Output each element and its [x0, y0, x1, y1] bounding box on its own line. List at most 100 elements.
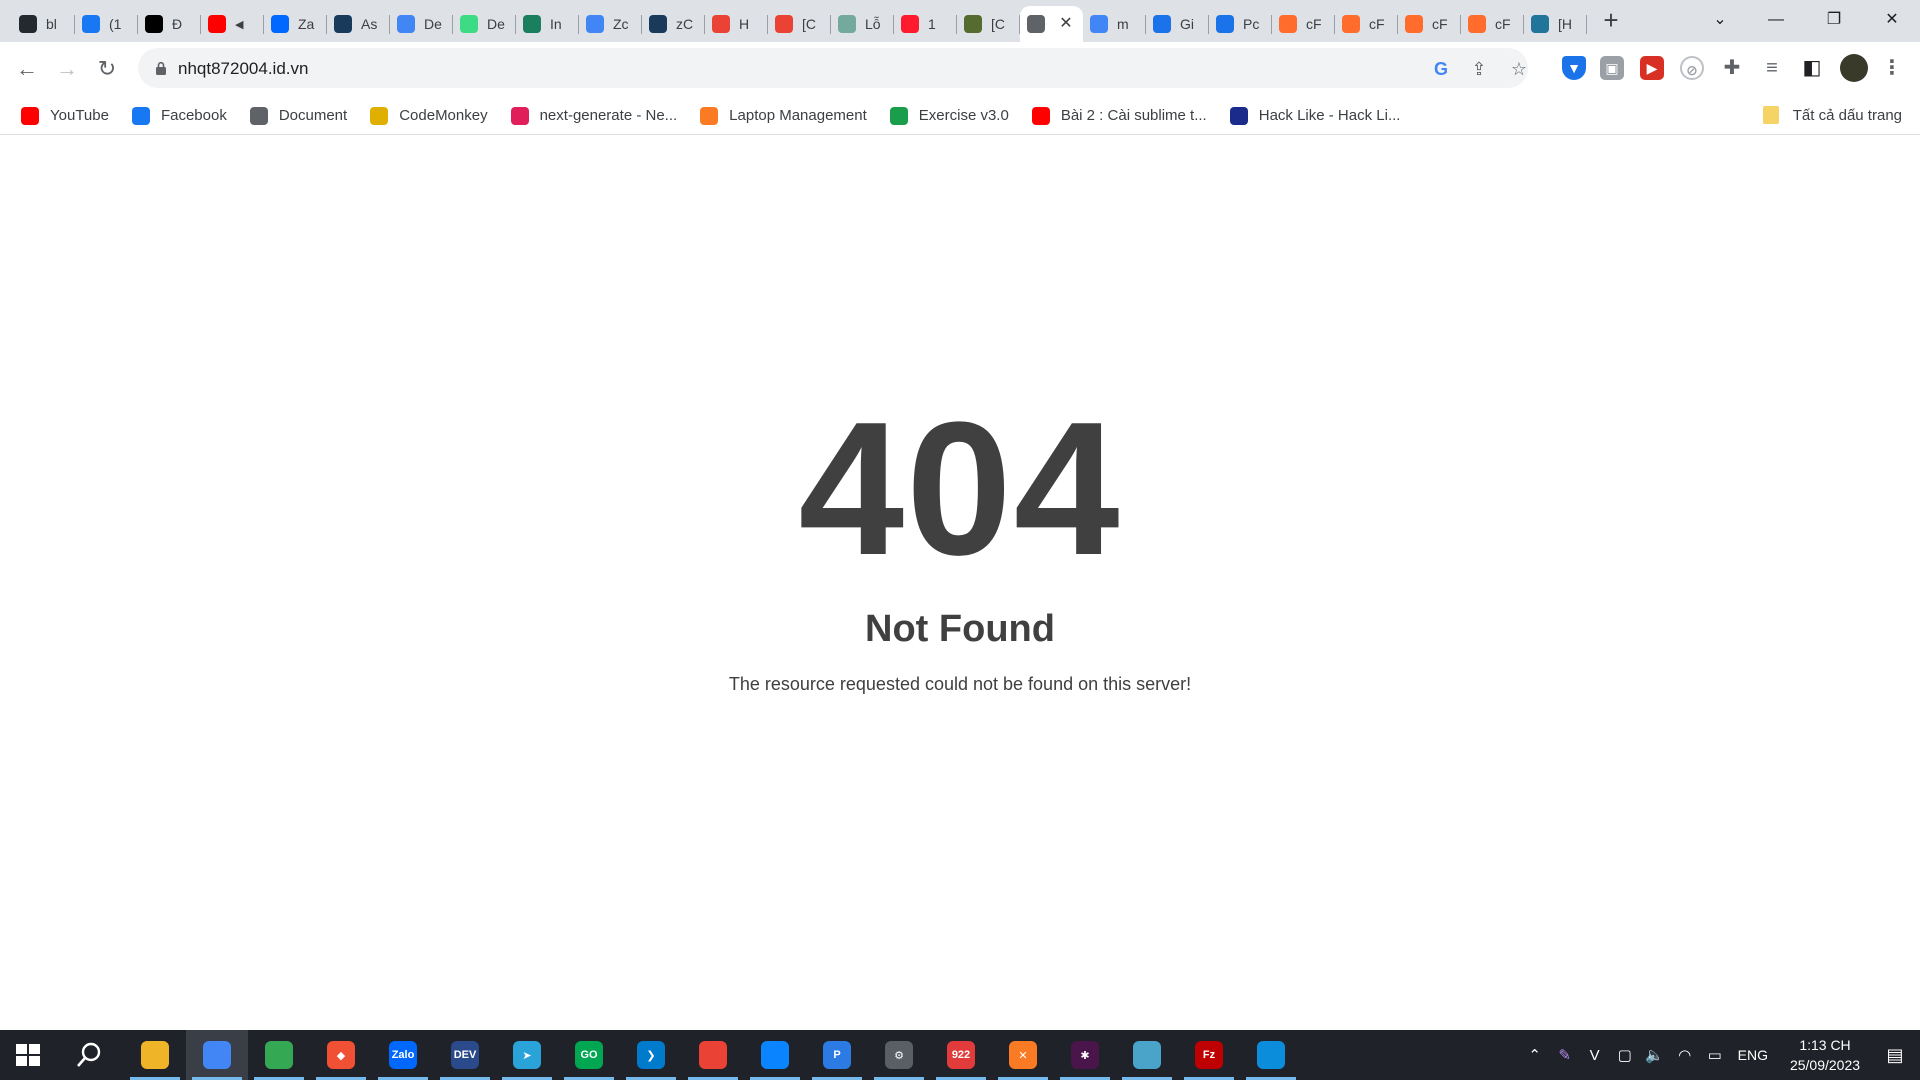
- taskbar-app[interactable]: [1240, 1030, 1302, 1080]
- bookmark-item[interactable]: Exercise v3.0: [886, 102, 1013, 130]
- clock[interactable]: 1:13 CH 25/09/2023: [1780, 1035, 1870, 1075]
- side-panel-icon[interactable]: ◧: [1800, 56, 1824, 80]
- new-tab-button[interactable]: +: [1598, 7, 1624, 34]
- language-indicator[interactable]: ENG: [1738, 1047, 1768, 1063]
- taskbar-app[interactable]: ⚙: [868, 1030, 930, 1080]
- browser-tab[interactable]: [C: [768, 6, 831, 42]
- browser-tab[interactable]: cF: [1461, 6, 1524, 42]
- close-window-button[interactable]: ✕: [1864, 0, 1920, 40]
- browser-tab[interactable]: [H: [1524, 6, 1587, 42]
- windows-start-icon[interactable]: [14, 1041, 42, 1069]
- v-icon[interactable]: V: [1580, 1047, 1610, 1064]
- bookmark-item[interactable]: Hack Like - Hack Li...: [1226, 102, 1405, 130]
- browser-tab[interactable]: Lỗ: [831, 6, 894, 42]
- url-text[interactable]: nhqt872004.id.vn: [178, 59, 308, 79]
- browser-tab[interactable]: Pc: [1209, 6, 1272, 42]
- avatar[interactable]: [1840, 54, 1868, 82]
- browser-tab[interactable]: (1: [75, 6, 138, 42]
- taskbar-app[interactable]: Zalo: [372, 1030, 434, 1080]
- taskbar-app[interactable]: Fz: [1178, 1030, 1240, 1080]
- browser-tab[interactable]: cF: [1335, 6, 1398, 42]
- browser-tab[interactable]: ◀: [201, 6, 264, 42]
- bookmark-item[interactable]: CodeMonkey: [366, 102, 491, 130]
- browser-tab[interactable]: 1: [894, 6, 957, 42]
- bookmark-star-icon[interactable]: ☆: [1508, 58, 1530, 80]
- bookmark-item[interactable]: Bài 2 : Cài sublime t...: [1028, 102, 1211, 130]
- close-tab-icon[interactable]: ✕: [1057, 15, 1075, 33]
- browser-tab[interactable]: m: [1083, 6, 1146, 42]
- volume-icon[interactable]: 🔈: [1640, 1046, 1670, 1064]
- taskbar-app[interactable]: [186, 1030, 248, 1080]
- taskbar-app[interactable]: ✱: [1054, 1030, 1116, 1080]
- browser-tab[interactable]: Đ: [138, 6, 201, 42]
- reload-button[interactable]: ↻: [88, 50, 126, 88]
- browser-tab[interactable]: De: [453, 6, 516, 42]
- shield-extension-icon[interactable]: ▼: [1562, 56, 1586, 80]
- restore-button[interactable]: ❐: [1806, 0, 1862, 40]
- browser-tab[interactable]: Za: [264, 6, 327, 42]
- taskbar-app[interactable]: P: [806, 1030, 868, 1080]
- browser-toolbar: ← → ↻ nhqt872004.id.vn G ⇪ ☆ ▼ ▣ ▶ ⊘ ✚ ≡…: [0, 42, 1920, 96]
- browser-tab[interactable]: H: [705, 6, 768, 42]
- browser-tab[interactable]: cF: [1398, 6, 1461, 42]
- video-extension-icon[interactable]: ▶: [1640, 56, 1664, 80]
- browser-tab[interactable]: zC: [642, 6, 705, 42]
- extensions-puzzle-icon[interactable]: ✚: [1720, 56, 1744, 80]
- wifi-icon[interactable]: ◠: [1670, 1046, 1700, 1064]
- android-icon: [460, 15, 478, 33]
- tab-search-chevron-icon[interactable]: ⌄: [1692, 0, 1748, 40]
- address-bar[interactable]: nhqt872004.id.vn G ⇪ ☆: [138, 48, 1528, 88]
- taskbar-app[interactable]: GO: [558, 1030, 620, 1080]
- taskbar-app[interactable]: [682, 1030, 744, 1080]
- media-control-icon[interactable]: ≡: [1760, 56, 1784, 80]
- taskbar-app[interactable]: ◆: [310, 1030, 372, 1080]
- cpanel-icon: [1342, 15, 1360, 33]
- taskbar-app[interactable]: ❯: [620, 1030, 682, 1080]
- notification-icon[interactable]: ▤: [1870, 1045, 1920, 1066]
- tab-title: cF: [1306, 16, 1322, 32]
- browser-tab[interactable]: Zc: [579, 6, 642, 42]
- taskbar-app[interactable]: [744, 1030, 806, 1080]
- zalo-icon: Zalo: [389, 1041, 417, 1069]
- taskbar-app[interactable]: ➤: [496, 1030, 558, 1080]
- bookmark-item[interactable]: next-generate - Ne...: [507, 102, 682, 130]
- taskbar-app[interactable]: [124, 1030, 186, 1080]
- browser-tab[interactable]: As: [327, 6, 390, 42]
- taskbar-app[interactable]: 922: [930, 1030, 992, 1080]
- share-icon[interactable]: ⇪: [1468, 58, 1490, 80]
- menu-dots-icon[interactable]: ⋮: [1880, 56, 1904, 80]
- speaker-icon[interactable]: ◀: [235, 18, 257, 31]
- feather-icon[interactable]: ✎: [1550, 1046, 1580, 1064]
- compass-extension-icon[interactable]: ⊘: [1680, 56, 1704, 80]
- chevron-up-icon[interactable]: ⌃: [1520, 1046, 1550, 1064]
- battery-icon[interactable]: ▭: [1700, 1046, 1730, 1064]
- profile-extension-icon[interactable]: ▣: [1600, 56, 1624, 80]
- browser-tab[interactable]: [C: [957, 6, 1020, 42]
- taskbar-app[interactable]: ✕: [992, 1030, 1054, 1080]
- taskbar-app[interactable]: [248, 1030, 310, 1080]
- all-bookmarks-button[interactable]: Tất cả dấu trang: [1762, 101, 1902, 129]
- minimize-button[interactable]: —: [1748, 0, 1804, 40]
- browser-tab[interactable]: De: [390, 6, 453, 42]
- browser-tab[interactable]: In: [516, 6, 579, 42]
- taskbar-app[interactable]: [1116, 1030, 1178, 1080]
- bookmark-item[interactable]: Facebook: [128, 102, 231, 130]
- browser-tab[interactable]: bl: [12, 6, 75, 42]
- git-icon: ◆: [327, 1041, 355, 1069]
- forward-button[interactable]: →: [48, 50, 86, 88]
- bookmark-item[interactable]: Document: [246, 102, 351, 130]
- lock-icon[interactable]: [154, 61, 168, 75]
- browser-tab[interactable]: ✕: [1020, 6, 1083, 42]
- bookmarks-bar: YouTube Facebook Document CodeMonkey next-ge…: [0, 96, 1920, 135]
- browser-tab[interactable]: Gi: [1146, 6, 1209, 42]
- bookmark-item[interactable]: YouTube: [17, 102, 113, 130]
- back-button[interactable]: ←: [8, 50, 46, 88]
- display-icon[interactable]: ▢: [1610, 1046, 1640, 1064]
- search-icon[interactable]: [74, 1040, 104, 1070]
- taskbar-app[interactable]: DEV: [434, 1030, 496, 1080]
- google-lens-icon[interactable]: G: [1430, 58, 1452, 80]
- youtube-icon: [1031, 106, 1050, 125]
- photo-icon: [964, 15, 982, 33]
- bookmark-item[interactable]: Laptop Management: [696, 102, 871, 130]
- browser-tab[interactable]: cF: [1272, 6, 1335, 42]
